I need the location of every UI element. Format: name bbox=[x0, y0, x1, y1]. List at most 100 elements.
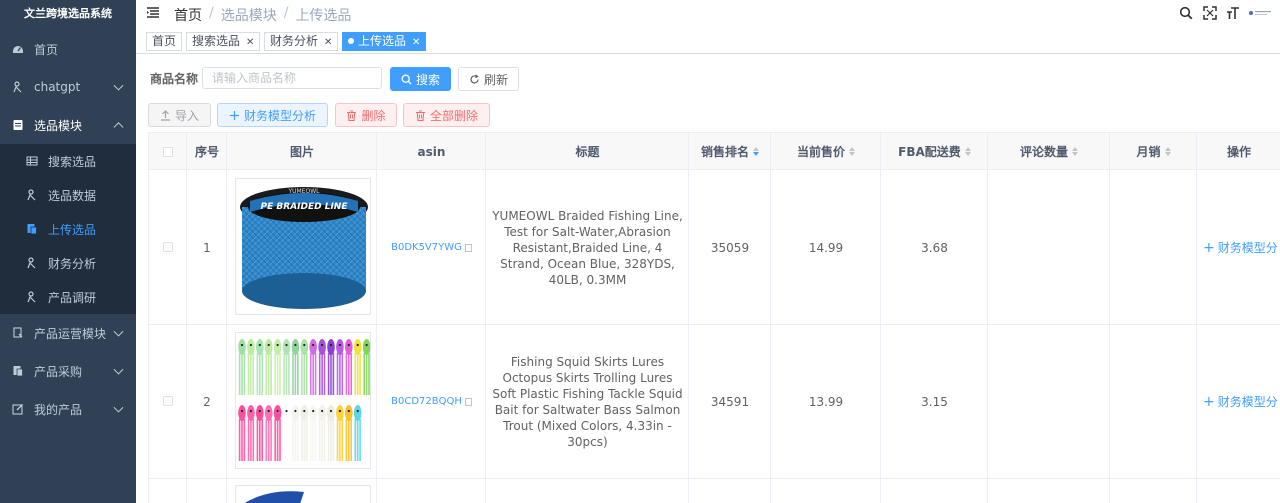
menu-item-purchase[interactable]: 产品采购 bbox=[0, 352, 136, 390]
menu-item-label: 选品模块 bbox=[34, 118, 83, 133]
tag-label: 财务分析 bbox=[270, 34, 319, 48]
sort-icon[interactable] bbox=[1072, 147, 1078, 156]
hamburger-icon[interactable] bbox=[146, 6, 160, 20]
menu-item-label: 产品采购 bbox=[34, 364, 83, 379]
column-header-label: 月销 bbox=[1136, 145, 1161, 159]
rank-cell: 34591 bbox=[710, 394, 750, 409]
import-button[interactable]: 导入 bbox=[148, 103, 211, 127]
asin-link[interactable]: B0DK5V7YWG bbox=[391, 242, 462, 253]
column-header-monthly[interactable]: 月销 bbox=[1110, 133, 1197, 170]
breadcrumb-item[interactable]: 首页 bbox=[174, 5, 202, 25]
column-header-fba[interactable]: FBA配送费 bbox=[881, 133, 988, 170]
action-label: 财务模型分 bbox=[1217, 241, 1278, 255]
trash-icon bbox=[415, 109, 426, 121]
sub-item-label: 搜索选品 bbox=[48, 154, 97, 169]
product-image[interactable] bbox=[235, 485, 371, 503]
chatgpt-icon bbox=[12, 81, 24, 93]
active-dot-icon bbox=[348, 38, 354, 44]
sort-icon[interactable] bbox=[1164, 147, 1171, 156]
copy-icon[interactable] bbox=[464, 397, 472, 406]
delete-button[interactable]: 删除 bbox=[335, 103, 397, 127]
row-index: 1 bbox=[203, 240, 211, 255]
menu-item-selection[interactable]: 选品模块 bbox=[0, 106, 136, 144]
upload-icon bbox=[160, 109, 171, 121]
sidebar-item-finance[interactable]: 财务分析 bbox=[0, 246, 136, 280]
chevron-down-icon bbox=[113, 402, 124, 413]
document-icon bbox=[12, 119, 24, 131]
tag-finance[interactable]: 财务分析 ✕ bbox=[264, 32, 339, 51]
spool-brand-text: YUMEOWL bbox=[287, 188, 320, 195]
plus-icon bbox=[229, 110, 240, 121]
menu-item-label: chatgpt bbox=[34, 80, 81, 94]
delete-button-label: 删除 bbox=[361, 108, 386, 123]
import-button-label: 导入 bbox=[174, 108, 199, 123]
menu-item-chatgpt[interactable]: chatgpt bbox=[0, 68, 136, 106]
search-button[interactable]: 搜索 bbox=[390, 67, 451, 91]
sidebar-item-upload-selection[interactable]: 上传选品 bbox=[0, 212, 136, 246]
row-checkbox[interactable] bbox=[163, 242, 173, 252]
column-header-rank[interactable]: 销售排名 bbox=[689, 133, 771, 170]
asin-cell: B0CD72BQQH bbox=[377, 325, 486, 478]
menu-item-home[interactable]: 首页 bbox=[0, 30, 136, 68]
sub-item-label: 选品数据 bbox=[48, 188, 97, 203]
delete-all-button[interactable]: 全部删除 bbox=[403, 103, 490, 127]
plus-icon: + bbox=[1203, 393, 1215, 410]
delete-all-button-label: 全部删除 bbox=[429, 108, 478, 123]
finance-analysis-link[interactable]: + 财务模型分 bbox=[1203, 325, 1280, 478]
product-image[interactable] bbox=[235, 332, 371, 469]
refresh-button-label: 刷新 bbox=[483, 72, 508, 87]
trash-icon bbox=[346, 109, 357, 121]
title-cell: YUMEOWL Braided Fishing Line, Test for S… bbox=[492, 208, 683, 287]
menu-item-my-products[interactable]: 我的产品 bbox=[0, 390, 136, 428]
reviews-cell bbox=[988, 325, 1110, 478]
sort-icon[interactable] bbox=[964, 147, 971, 156]
tags-view: 首页 搜索选品 ✕ 财务分析 ✕ 上传选品 ✕ bbox=[136, 28, 1280, 54]
column-header-label: 评论数量 bbox=[1019, 145, 1068, 159]
sub-item-label: 财务分析 bbox=[48, 256, 97, 271]
column-header-price[interactable]: 当前售价 bbox=[771, 133, 881, 170]
tag-home[interactable]: 首页 bbox=[146, 32, 183, 51]
chevron-down-icon bbox=[113, 80, 124, 91]
search-icon[interactable] bbox=[1179, 6, 1193, 20]
sidebar: 文兰跨境选品系统 首页 chatgpt 选品模块 搜索选品 选品数据 上传选品 … bbox=[0, 0, 136, 503]
spool-label-text: PE BRAIDED LINE bbox=[261, 202, 349, 212]
product-image[interactable]: PE BRAIDED LINE YUMEOWL bbox=[235, 178, 371, 315]
asin-link[interactable]: B0CD72BQQH bbox=[391, 396, 462, 407]
finance-analysis-button[interactable]: 财务模型分析 bbox=[217, 103, 328, 127]
product-name-input[interactable] bbox=[202, 67, 382, 89]
monthly-cell bbox=[1110, 325, 1197, 478]
copy-icon[interactable] bbox=[464, 243, 472, 252]
select-all-checkbox[interactable] bbox=[163, 147, 173, 157]
close-icon[interactable]: ✕ bbox=[246, 37, 254, 48]
navbar: 首页 / 选品模块 / 上传选品 bbox=[136, 0, 1280, 28]
sidebar-item-research[interactable]: 产品调研 bbox=[0, 280, 136, 314]
close-icon[interactable]: ✕ bbox=[324, 37, 332, 48]
sort-icon[interactable] bbox=[753, 147, 759, 156]
refresh-button[interactable]: 刷新 bbox=[458, 67, 519, 91]
upload-doc-icon bbox=[26, 223, 38, 235]
tag-upload-selection[interactable]: 上传选品 ✕ bbox=[342, 32, 427, 51]
sort-icon[interactable] bbox=[849, 147, 855, 156]
product-table: 序号 图片 asin 标题 销售排名 当前售价 FBA配送费 评论数量 月销 操… bbox=[148, 132, 1280, 503]
column-header-reviews[interactable]: 评论数量 bbox=[988, 133, 1110, 170]
sidebar-item-selection-data[interactable]: 选品数据 bbox=[0, 178, 136, 212]
menu-item-operations[interactable]: 产品运营模块 bbox=[0, 314, 136, 352]
tag-label: 上传选品 bbox=[358, 34, 407, 48]
fba-cell: 3.15 bbox=[921, 394, 948, 409]
column-header-asin: asin bbox=[417, 144, 446, 159]
sidebar-item-search-selection[interactable]: 搜索选品 bbox=[0, 144, 136, 178]
data-icon bbox=[26, 189, 38, 201]
tag-search-selection[interactable]: 搜索选品 ✕ bbox=[186, 32, 261, 51]
finance-analysis-link[interactable]: + 财务模型分 bbox=[1203, 171, 1280, 324]
monthly-cell bbox=[1110, 171, 1197, 324]
fullscreen-icon[interactable] bbox=[1203, 6, 1217, 20]
dashboard-icon bbox=[12, 43, 24, 55]
breadcrumb-item: 上传选品 bbox=[295, 8, 352, 24]
fba-cell: 3.68 bbox=[921, 240, 948, 255]
table-icon bbox=[26, 155, 38, 167]
avatar[interactable] bbox=[1246, 6, 1274, 20]
close-icon[interactable]: ✕ bbox=[412, 37, 420, 48]
row-checkbox[interactable] bbox=[163, 396, 173, 406]
submenu-selection: 搜索选品 选品数据 上传选品 财务分析 产品调研 bbox=[0, 144, 136, 314]
font-size-icon[interactable] bbox=[1226, 6, 1240, 20]
